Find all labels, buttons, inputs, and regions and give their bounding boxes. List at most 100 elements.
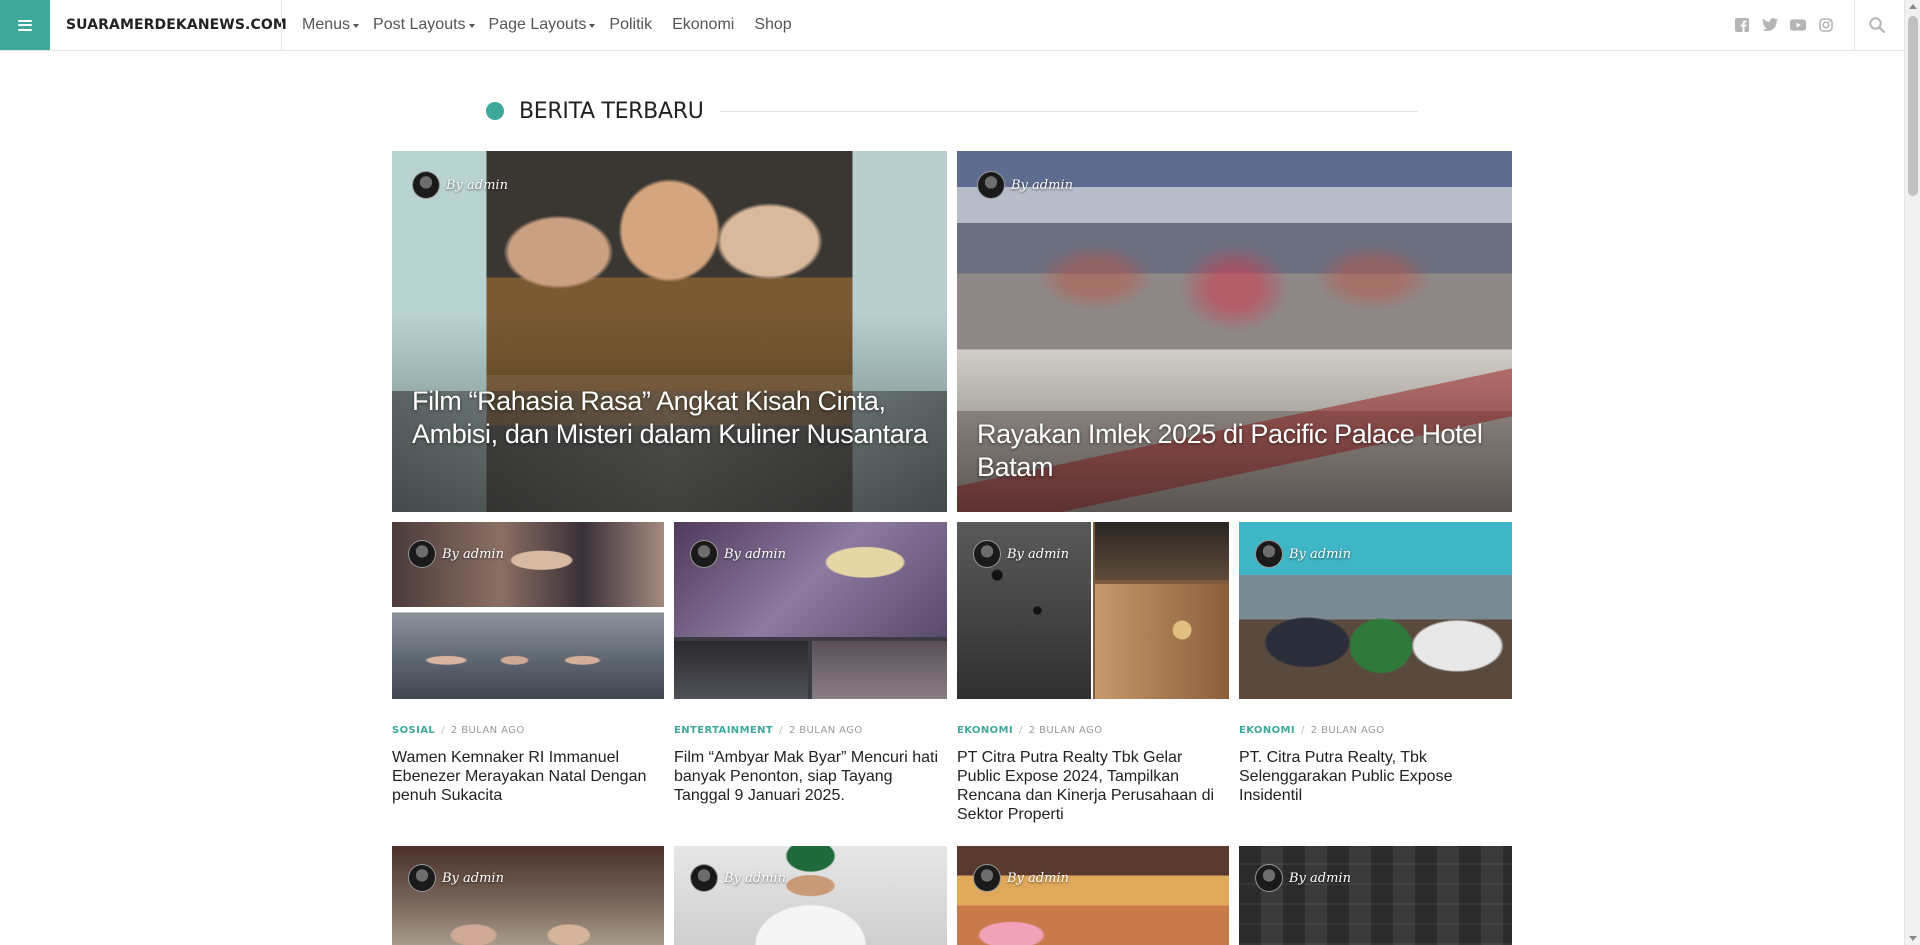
featured-card[interactable]: By admin Rayakan Imlek 2025 di Pacific P… (957, 151, 1512, 512)
avatar (1255, 540, 1283, 568)
nav-item-shop[interactable]: Shop (754, 16, 791, 34)
section-heading: BERITA TERBARU (486, 95, 1418, 127)
author-name: By admin (442, 546, 504, 562)
post-thumbnail[interactable]: By admin (674, 522, 947, 699)
category-link[interactable]: SOSIAL (392, 725, 435, 736)
collage-bottom-right (1095, 584, 1229, 699)
author-byline[interactable]: By admin (690, 864, 786, 892)
author-byline[interactable]: By admin (1255, 864, 1351, 892)
divider (719, 110, 1418, 112)
nav-label: Menus (302, 16, 351, 33)
nav-label: Post Layouts (373, 16, 466, 33)
post-meta: EKONOMI / 2 BULAN AGO (1239, 725, 1384, 736)
author-byline[interactable]: By admin (408, 864, 504, 892)
post-title[interactable]: Film “Ambyar Mak Byar” Mencuri hati bany… (674, 748, 946, 805)
scrollbar-thumb[interactable] (1908, 16, 1918, 196)
nav-item-menus[interactable]: Menus (302, 16, 360, 34)
section-title: BERITA TERBARU (519, 98, 704, 124)
search-button[interactable] (1868, 16, 1886, 34)
post-thumbnail[interactable]: By admin (1239, 846, 1512, 945)
category-link[interactable]: ENTERTAINMENT (674, 725, 773, 736)
post-meta: ENTERTAINMENT / 2 BULAN AGO (674, 725, 863, 736)
author-name: By admin (442, 870, 504, 886)
avatar (690, 540, 718, 568)
site-logo-link[interactable]: SUARAMERDEKANEWS.COM (66, 0, 287, 50)
featured-title[interactable]: Rayakan Imlek 2025 di Pacific Palace Hot… (977, 418, 1497, 484)
author-name: By admin (1007, 546, 1069, 562)
author-byline[interactable]: By admin (977, 171, 1073, 199)
post-image (957, 846, 1229, 945)
category-link[interactable]: EKONOMI (1239, 725, 1295, 736)
post-title[interactable]: PT Citra Putra Realty Tbk Gelar Public E… (957, 748, 1229, 824)
author-byline[interactable]: By admin (973, 540, 1069, 568)
nav-label: Page Layouts (488, 16, 587, 33)
social-links (1734, 0, 1834, 50)
avatar (412, 171, 440, 199)
page-scrollbar[interactable] (1904, 0, 1920, 945)
collage-bottom-left (674, 641, 808, 699)
post-meta: SOSIAL / 2 BULAN AGO (392, 725, 525, 736)
post-thumbnail[interactable]: By admin (392, 522, 664, 699)
facebook-icon[interactable] (1734, 17, 1750, 33)
nav-label: Politik (609, 16, 653, 33)
post-thumbnail[interactable]: By admin (392, 846, 664, 945)
author-byline[interactable]: By admin (408, 540, 504, 568)
avatar (973, 864, 1001, 892)
collage-bottom-right (812, 641, 947, 699)
post-thumbnail[interactable]: By admin (1239, 522, 1512, 699)
caret-down-icon (589, 24, 596, 28)
divider (281, 0, 282, 50)
author-byline[interactable]: By admin (412, 171, 508, 199)
author-name: By admin (1289, 546, 1351, 562)
post-date: 2 BULAN AGO (788, 725, 863, 736)
author-byline[interactable]: By admin (1255, 540, 1351, 568)
post-image (674, 846, 947, 945)
nav-item-politik[interactable]: Politik (609, 16, 652, 34)
post-thumbnail[interactable]: By admin (957, 846, 1229, 945)
caret-down-icon (353, 24, 360, 28)
avatar (408, 864, 436, 892)
avatar (1255, 864, 1283, 892)
author-name: By admin (1011, 177, 1073, 193)
main-nav: Menus Post Layouts Page Layouts Politik … (302, 0, 812, 50)
author-byline[interactable]: By admin (690, 540, 786, 568)
author-name: By admin (1007, 870, 1069, 886)
scroll-up-arrow-icon[interactable] (1909, 4, 1917, 9)
scroll-down-arrow-icon[interactable] (1909, 936, 1917, 941)
avatar (690, 864, 718, 892)
nav-label: Ekonomi (672, 16, 735, 33)
post-thumbnail[interactable]: By admin (674, 846, 947, 945)
menu-toggle-button[interactable] (0, 0, 50, 50)
avatar (408, 540, 436, 568)
post-date: 2 BULAN AGO (1310, 725, 1385, 736)
nav-item-page-layouts[interactable]: Page Layouts (489, 16, 596, 34)
post-title[interactable]: PT. Citra Putra Realty, Tbk Selenggaraka… (1239, 748, 1511, 805)
author-byline[interactable]: By admin (973, 864, 1069, 892)
category-link[interactable]: EKONOMI (957, 725, 1013, 736)
meta-separator: / (1018, 725, 1023, 736)
twitter-icon[interactable] (1762, 17, 1778, 33)
youtube-icon[interactable] (1790, 17, 1806, 33)
caret-down-icon (468, 24, 475, 28)
author-name: By admin (724, 870, 786, 886)
post-date: 2 BULAN AGO (450, 725, 525, 736)
author-name: By admin (1289, 870, 1351, 886)
post-date: 2 BULAN AGO (1028, 725, 1103, 736)
poster-lettering (507, 281, 797, 351)
search-icon (1869, 17, 1885, 33)
meta-separator: / (441, 725, 445, 736)
nav-label: Shop (754, 16, 792, 33)
nav-item-post-layouts[interactable]: Post Layouts (373, 16, 475, 34)
hamburger-icon (18, 19, 32, 31)
featured-title[interactable]: Film “Rahasia Rasa” Angkat Kisah Cinta, … (412, 385, 932, 451)
avatar (973, 540, 1001, 568)
post-thumbnail[interactable]: By admin (957, 522, 1229, 699)
featured-card[interactable]: By admin Film “Rahasia Rasa” Angkat Kisa… (392, 151, 947, 512)
avatar (977, 171, 1005, 199)
nav-item-ekonomi[interactable]: Ekonomi (672, 16, 734, 34)
meta-separator: / (1300, 725, 1305, 736)
author-name: By admin (724, 546, 786, 562)
meta-separator: / (779, 725, 783, 736)
post-title[interactable]: Wamen Kemnaker RI Immanuel Ebenezer Mera… (392, 748, 664, 805)
instagram-icon[interactable] (1818, 17, 1834, 33)
